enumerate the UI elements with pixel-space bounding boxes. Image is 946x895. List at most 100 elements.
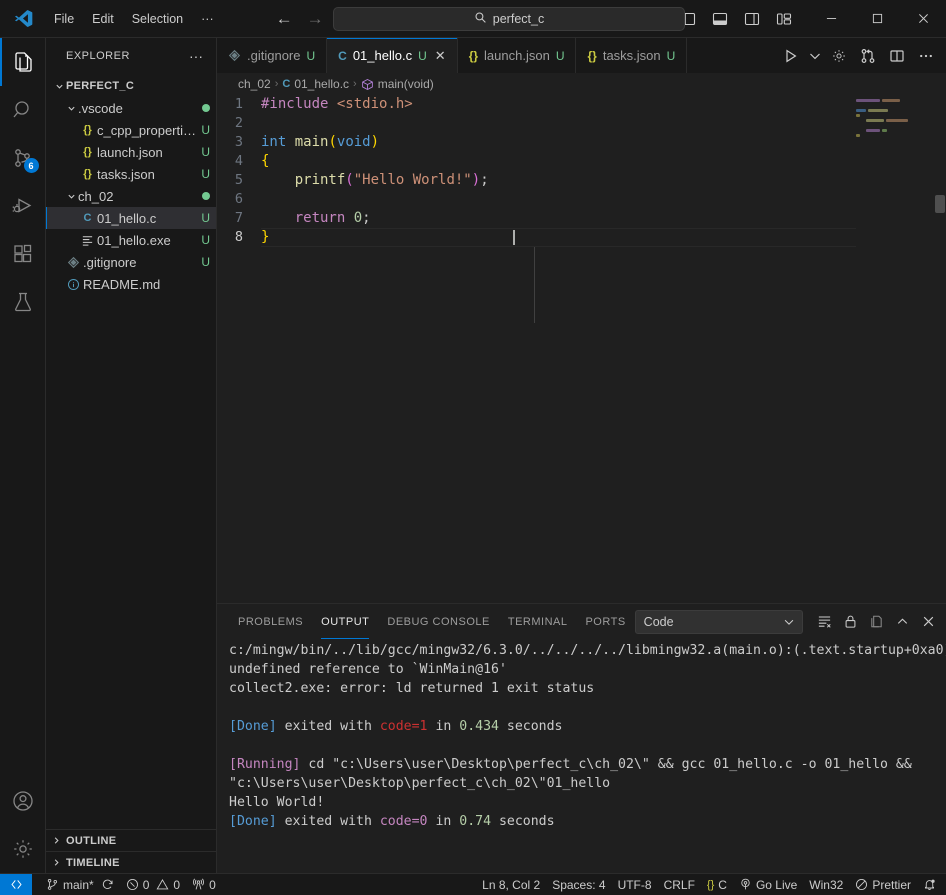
sidebar-collapsed-sections: OUTLINE TIMELINE — [46, 829, 216, 873]
output-channel-select[interactable]: Code — [634, 609, 803, 634]
tree-item-launch-json[interactable]: {} launch.json U — [46, 141, 216, 163]
status-notifications[interactable] — [917, 874, 946, 895]
quick-input-search[interactable]: perfect_c — [333, 6, 685, 31]
output-line: c:/mingw/bin/../lib/gcc/mingw32/6.3.0/..… — [229, 643, 946, 658]
sync-icon — [102, 879, 113, 889]
tree-item-readme-md[interactable]: README.md — [46, 273, 216, 295]
customize-layout-button[interactable] — [770, 5, 798, 33]
panel-tab-ports[interactable]: PORTS — [576, 604, 634, 639]
status-go-live[interactable]: Go Live — [733, 874, 803, 895]
json-icon: {} — [83, 146, 92, 158]
git-file-icon — [228, 49, 241, 62]
activity-item-extensions[interactable] — [0, 230, 46, 278]
activity-item-search[interactable] — [0, 86, 46, 134]
line-number: 8 — [234, 229, 243, 245]
activity-item-testing[interactable] — [0, 278, 46, 326]
close-icon[interactable]: ✕ — [435, 48, 446, 64]
activity-item-source-control[interactable]: 6 — [0, 134, 46, 182]
panel-tab-debug-console[interactable]: DEBUG CONSOLE — [378, 604, 498, 639]
status-encoding[interactable]: UTF-8 — [612, 874, 658, 895]
code-line: 5 printf("Hello World!"); — [217, 171, 946, 190]
breadcrumb-folder[interactable]: ch_02 — [238, 77, 271, 91]
clear-output-button[interactable] — [813, 610, 837, 634]
panel-tab-problems[interactable]: PROBLEMS — [229, 604, 312, 639]
toggle-panel-button[interactable] — [706, 5, 734, 33]
tree-item-ch-02-folder[interactable]: ch_02 — [46, 185, 216, 207]
tab-tasks-json[interactable]: {} tasks.json U — [576, 38, 688, 73]
code-editor[interactable]: 1 #include <stdio.h> 2 3 int main(void) … — [217, 95, 946, 603]
output-content[interactable]: c:/mingw/bin/../lib/gcc/mingw32/6.3.0/..… — [217, 639, 946, 873]
source-control-compare-button[interactable] — [854, 42, 882, 70]
arrow-right-icon[interactable]: → — [307, 10, 324, 27]
turn-auto-scrolling-off-button[interactable] — [839, 610, 863, 634]
editor-tab-bar: .gitignore U C 01_hello.c U ✕ {} launch.… — [217, 38, 946, 73]
status-source-control-branch[interactable]: main* — [40, 874, 120, 895]
arrow-left-icon[interactable]: ← — [276, 10, 293, 27]
chevron-down-icon — [64, 104, 78, 113]
code-line: 3 int main(void) — [217, 133, 946, 152]
tree-item-c-cpp-properties-json[interactable]: {} c_cpp_properti… U — [46, 119, 216, 141]
search-icon — [474, 11, 487, 27]
status-platform[interactable]: Win32 — [803, 874, 849, 895]
sidebar-section-timeline[interactable]: TIMELINE — [46, 851, 216, 873]
maximize-panel-button[interactable] — [891, 610, 915, 634]
line-number: 5 — [234, 172, 243, 188]
run-options-dropdown-button[interactable] — [806, 42, 824, 70]
menu-bar: File Edit Selection ··· — [46, 8, 222, 30]
panel-tab-terminal[interactable]: TERMINAL — [499, 604, 577, 639]
tree-item-tasks-json[interactable]: {} tasks.json U — [46, 163, 216, 185]
tree-item-gitignore[interactable]: .gitignore U — [46, 251, 216, 273]
activity-item-accounts[interactable] — [0, 777, 46, 825]
more-editor-actions-button[interactable] — [912, 42, 940, 70]
menu-edit[interactable]: Edit — [84, 8, 122, 30]
menu-file[interactable]: File — [46, 8, 82, 30]
markdown-info-icon — [64, 278, 83, 291]
open-output-in-editor-button[interactable] — [865, 610, 889, 634]
language-label: C — [718, 877, 727, 892]
explorer-sidebar: EXPLORER ··· PERFECT_C .vscode {} c_cpp_… — [46, 38, 217, 873]
tab-gitignore[interactable]: .gitignore U — [217, 38, 328, 73]
sidebar-more-actions-button[interactable]: ··· — [184, 46, 208, 66]
minimize-window-button[interactable] — [808, 0, 854, 37]
activity-item-manage-settings[interactable] — [0, 825, 46, 873]
code-content: 1 #include <stdio.h> 2 3 int main(void) … — [217, 95, 946, 603]
status-ports[interactable]: 0 — [186, 874, 222, 895]
status-language-mode[interactable]: {} C — [701, 874, 733, 895]
status-eol[interactable]: CRLF — [658, 874, 701, 895]
close-window-button[interactable] — [900, 0, 946, 37]
menu-selection[interactable]: Selection — [124, 8, 191, 30]
split-editor-button[interactable] — [883, 42, 911, 70]
json-braces-icon: {} — [706, 878, 715, 891]
status-problems[interactable]: 0 0 — [120, 874, 186, 895]
tree-item-01-hello-c[interactable]: C 01_hello.c U — [46, 207, 216, 229]
panel-tab-output[interactable]: OUTPUT — [312, 604, 378, 639]
editor-settings-button[interactable] — [825, 42, 853, 70]
editor-scrollbar[interactable] — [932, 95, 946, 603]
tab-launch-json[interactable]: {} launch.json U — [457, 38, 577, 73]
close-panel-button[interactable] — [917, 610, 941, 634]
line-text: { — [261, 153, 270, 169]
menu-more[interactable]: ··· — [193, 8, 222, 30]
status-editor-position[interactable]: Ln 8, Col 2 — [476, 874, 546, 895]
tree-item-perfect-c[interactable]: PERFECT_C — [46, 75, 216, 97]
activity-item-run-and-debug[interactable] — [0, 182, 46, 230]
remote-window-button[interactable] — [0, 873, 32, 895]
status-indentation[interactable]: Spaces: 4 — [546, 874, 611, 895]
tree-item-01-hello-exe[interactable]: 01_hello.exe U — [46, 229, 216, 251]
tab-01-hello-c[interactable]: C 01_hello.c U ✕ — [327, 38, 458, 73]
c-file-icon: C — [83, 212, 92, 224]
status-prettier[interactable]: Prettier — [849, 874, 917, 895]
breadcrumb-label: main(void) — [377, 77, 434, 91]
line-text: #include <stdio.h> — [261, 96, 413, 112]
tree-item-vscode-folder[interactable]: .vscode — [46, 97, 216, 119]
output-line: "c:\Users\user\Desktop\perfect_c\ch_02\"… — [229, 776, 611, 791]
toggle-secondary-sidebar-button[interactable] — [738, 5, 766, 33]
tree-label: .gitignore — [83, 254, 137, 270]
run-code-button[interactable] — [777, 42, 805, 70]
breadcrumb-file[interactable]: C 01_hello.c — [282, 77, 349, 91]
maximize-window-button[interactable] — [854, 0, 900, 37]
breadcrumb-symbol[interactable]: main(void) — [361, 77, 434, 91]
activity-item-explorer[interactable] — [0, 38, 46, 86]
output-line: [Done] exited with code=0 in 0.74 second… — [229, 814, 555, 829]
sidebar-section-outline[interactable]: OUTLINE — [46, 829, 216, 851]
